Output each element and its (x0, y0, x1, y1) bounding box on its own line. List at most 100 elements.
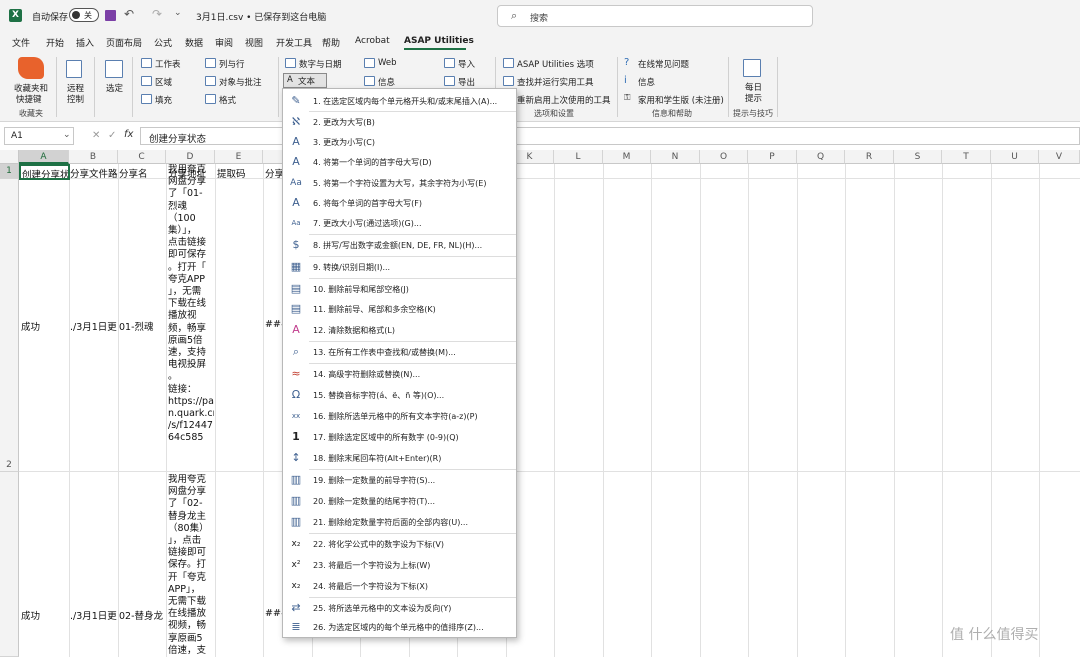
menu-item-spell-numbers[interactable]: $8. 拼写/写出数字或金额(EN, DE, FR, NL)(H)... (283, 235, 516, 255)
menu-item-insert-start-end[interactable]: ✎ 1. 在选定区域内每个单元格开头和/或末尾插入(A)... (283, 91, 516, 111)
column-header-d[interactable]: D (166, 150, 215, 164)
row-header-3[interactable] (0, 472, 19, 657)
column-header-e[interactable]: E (215, 150, 263, 164)
favorites-button-line2[interactable]: 快捷键 (16, 93, 42, 105)
menu-item-delete-digits[interactable]: 1 17. 删除选定区域中的所有数字 (0-9)(Q) (283, 427, 516, 447)
column-header-n[interactable]: N (651, 150, 700, 164)
menu-item-capitalize-first-word[interactable]: A 4. 将第一个单词的首字母大写(D) (283, 152, 516, 172)
export-menu[interactable]: 导出 (458, 76, 475, 88)
tab-asap-utilities[interactable]: ASAP Utilities (404, 36, 474, 46)
column-header-p[interactable]: P (748, 150, 797, 164)
select-icon[interactable] (105, 60, 123, 78)
select-button[interactable]: 选定 (106, 82, 123, 94)
remote-button-line2[interactable]: 控制 (67, 93, 84, 105)
cell-a2[interactable]: 成功 (21, 319, 68, 333)
cell-d3[interactable]: 我用夸克 网盘分享 了「02- 替身龙主 （80集） 」，点击 链接即可 保存。… (168, 474, 214, 657)
tab-formulas[interactable]: 公式 (154, 36, 172, 49)
range-menu[interactable]: 区域 (155, 76, 172, 88)
menu-item-clear-data-format[interactable]: A 12. 清除数据和格式(L) (283, 320, 516, 340)
spreadsheet-grid[interactable]: A B C D E F G H I J K L M N O P Q R S T … (0, 150, 1080, 657)
formula-input[interactable]: 创建分享状态 (140, 127, 1080, 145)
tab-file[interactable]: 文件 (12, 36, 30, 49)
web-menu[interactable]: Web (378, 58, 397, 68)
objects-comments-menu[interactable]: 对象与批注 (219, 76, 262, 88)
menu-item-lowercase[interactable]: A 3. 更改为小写(C) (283, 132, 516, 152)
menu-item-capitalize-each-word[interactable]: A 6. 将每个单词的首字母大写(F) (283, 193, 516, 213)
tab-home[interactable]: 开始 (46, 36, 64, 49)
rerun-last-tool-button[interactable]: 重新启用上次使用的工具 (517, 94, 611, 106)
cell-c2[interactable]: 01-烈魂 (119, 319, 166, 333)
name-box[interactable]: A1 ⌄ (4, 127, 74, 145)
menu-item-delete-after-n-chars[interactable]: ▥ 21. 删除给定数量字符后面的全部内容(U)... (283, 512, 516, 532)
tab-page-layout[interactable]: 页面布局 (106, 36, 142, 49)
cell-b2[interactable]: ./3月1日更 (70, 319, 118, 333)
menu-item-change-case-options[interactable]: Aa 7. 更改大小写(通过选项)(G)... (283, 213, 516, 233)
row-header-2[interactable]: 2 (0, 179, 19, 472)
cell-b1[interactable]: 分享文件路径 (70, 166, 118, 180)
tab-insert[interactable]: 插入 (76, 36, 94, 49)
menu-item-delete-leading-chars[interactable]: ▥ 19. 删除一定数量的前导字符(S)... (283, 470, 516, 490)
excel-logo-icon[interactable]: X (9, 9, 22, 22)
daily-tip-icon[interactable] (743, 59, 761, 77)
menu-item-delete-text-chars[interactable]: xx 16. 删除所选单元格中的所有文本字符(a-z)(P) (283, 406, 516, 426)
customize-quick-access-icon[interactable]: ⌄ (174, 8, 182, 18)
cell-b3[interactable]: ./3月1日更 (70, 608, 118, 622)
column-header-b[interactable]: B (69, 150, 118, 164)
column-header-t[interactable]: T (942, 150, 991, 164)
tab-view[interactable]: 视图 (245, 36, 263, 49)
column-header-u[interactable]: U (991, 150, 1039, 164)
worksheet-menu[interactable]: 工作表 (155, 58, 181, 70)
column-header-c[interactable]: C (118, 150, 166, 164)
column-header-r[interactable]: R (845, 150, 894, 164)
menu-item-replace-accents[interactable]: Ω 15. 替换音标字符(á、ë、ñ 等)(O)... (283, 385, 516, 405)
remote-control-icon[interactable] (66, 60, 82, 78)
menu-item-find-replace-all[interactable]: ⌕ 13. 在所有工作表中查找和/或替换(M)... (283, 342, 516, 362)
menu-item-reverse-text[interactable]: ⇄ 25. 将所选单元格中的文本设为反向(Y) (283, 598, 516, 618)
cancel-icon[interactable]: ✕ (92, 130, 100, 141)
menu-item-sentence-case[interactable]: Aa 5. 将第一个字符设置为大写，其余字符为小写(E) (283, 173, 516, 193)
menu-item-convert-dates[interactable]: ▦ 9. 转换/识别日期(I)... (283, 257, 516, 277)
menu-item-subscript-last[interactable]: x₂ 24. 将最后一个字符设为下标(X) (283, 576, 516, 596)
function-icon[interactable]: fx (124, 129, 133, 140)
cell-e1[interactable]: 提取码 (217, 166, 263, 180)
select-all-corner[interactable] (0, 150, 19, 164)
daily-tip-line2[interactable]: 提示 (745, 92, 762, 104)
license-status[interactable]: 家用和学生版 (未注册) (638, 94, 724, 106)
find-run-utility-button[interactable]: 查找并运行实用工具 (517, 76, 594, 88)
menu-item-delete-line-breaks[interactable]: ↕ 18. 删除末尾回车符(Alt+Enter)(R) (283, 448, 516, 468)
column-header-v[interactable]: V (1039, 150, 1080, 164)
autosave-toggle[interactable]: 关 (69, 8, 99, 22)
column-header-o[interactable]: O (700, 150, 748, 164)
menu-item-trim-extra-spaces[interactable]: ▤ 11. 删除前导、尾部和多余空格(K) (283, 299, 516, 319)
search-box[interactable]: ⌕ 搜索 (497, 5, 813, 27)
online-faq-button[interactable]: 在线常见问题 (638, 58, 689, 70)
info-menu[interactable]: 信息 (378, 76, 395, 88)
tab-help[interactable]: 帮助 (322, 36, 340, 49)
fill-menu[interactable]: 填充 (155, 94, 172, 106)
import-menu[interactable]: 导入 (458, 58, 475, 70)
format-menu[interactable]: 格式 (219, 94, 236, 106)
undo-icon[interactable]: ↶ (124, 7, 134, 21)
row-header-1[interactable]: 1 (0, 164, 19, 179)
favorites-shortcut-icon[interactable] (18, 57, 44, 79)
menu-item-trim-spaces[interactable]: ▤ 10. 删除前导和尾部空格(J) (283, 279, 516, 299)
column-header-l[interactable]: L (554, 150, 603, 164)
menu-item-superscript-last[interactable]: x² 23. 将最后一个字符设为上标(W) (283, 555, 516, 575)
menu-item-sort-values[interactable]: ≣ 26. 为选定区域内的每个单元格中的值排序(Z)... (283, 617, 516, 637)
asap-options-menu[interactable]: ASAP Utilities 选项 (517, 58, 594, 70)
info-button[interactable]: 信息 (638, 76, 655, 88)
text-menu[interactable]: 文本 (298, 75, 315, 87)
confirm-icon[interactable]: ✓ (108, 130, 116, 141)
menu-item-advanced-char-remove[interactable]: ≈14. 高级字符删除或替换(N)... (283, 364, 516, 384)
column-header-s[interactable]: S (894, 150, 942, 164)
cell-a1[interactable]: 创建分享状态 (19, 164, 70, 180)
save-icon[interactable] (105, 10, 116, 21)
menu-item-subscript-chemical[interactable]: x₂ 22. 将化学公式中的数字设为下标(V) (283, 534, 516, 554)
numbers-dates-menu[interactable]: 数字与日期 (299, 58, 342, 70)
cell-c1[interactable]: 分享名 (119, 166, 166, 180)
redo-icon[interactable]: ↷ (152, 7, 162, 21)
cell-d2[interactable]: 我用夸克 网盘分享 了「01- 烈魂 （100 集）」， 点击链接 即可保存 。… (168, 164, 214, 471)
tab-developer[interactable]: 开发工具 (276, 36, 312, 49)
column-header-a[interactable]: A (19, 150, 69, 164)
column-header-q[interactable]: Q (797, 150, 845, 164)
